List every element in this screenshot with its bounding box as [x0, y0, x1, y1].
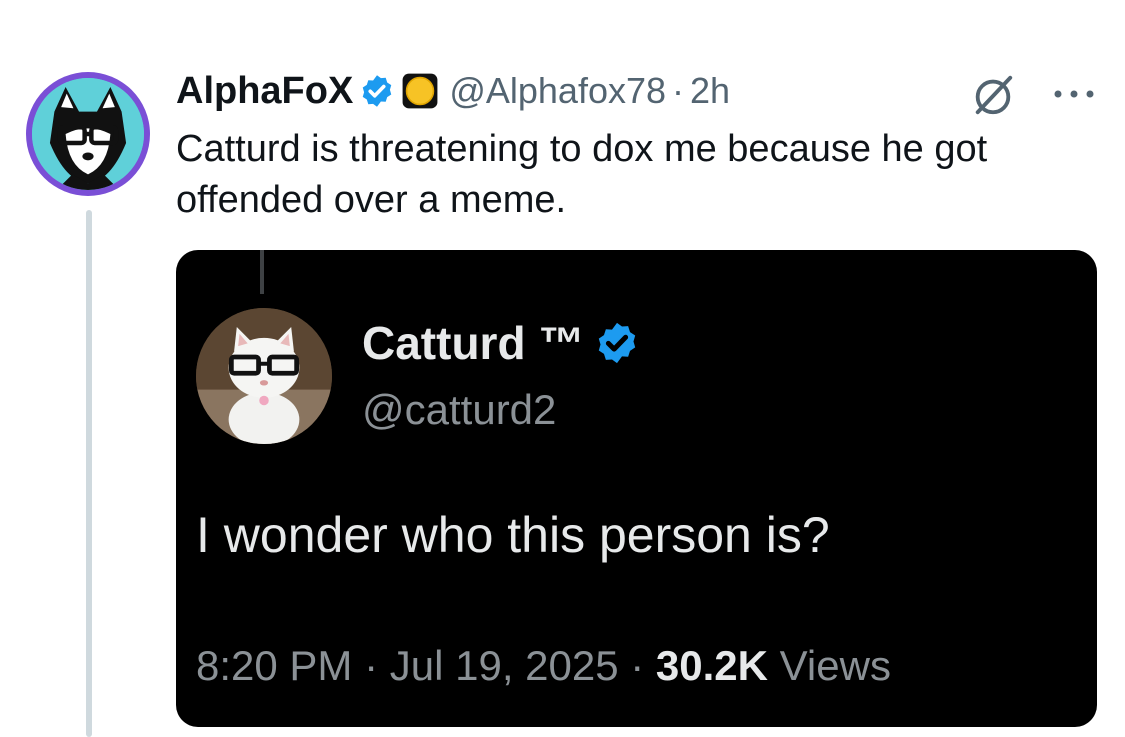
- fox-with-glasses-icon: [32, 78, 144, 190]
- verified-badge-icon[interactable]: [359, 73, 395, 109]
- separator-dot: ·: [672, 70, 685, 111]
- embedded-views-count: 30.2K: [655, 642, 768, 689]
- embedded-author-handle: @catturd2: [362, 386, 557, 433]
- embedded-author-display-name: Catturd ™: [362, 317, 585, 369]
- tweet-time[interactable]: 2h: [690, 70, 730, 112]
- author-handle[interactable]: @Alphafox78: [449, 70, 666, 112]
- thread-line: [86, 210, 92, 737]
- grok-icon[interactable]: [970, 72, 1016, 118]
- embedded-tweet-text: I wonder who this person is?: [196, 507, 830, 563]
- embedded-author-row: Catturd ™: [362, 316, 640, 370]
- embedded-timestamp: 8:20 PM · Jul 19, 2025: [196, 642, 619, 689]
- embedded-screenshot[interactable]: Catturd ™ @catturd2 I wonder who this pe…: [176, 250, 1097, 727]
- tweet-text: Catturd is threatening to dox me because…: [176, 128, 988, 221]
- verified-badge-icon: [594, 320, 640, 366]
- yellow-circle-emoji-icon: [401, 72, 439, 110]
- embedded-meta-separator: ·: [618, 642, 656, 689]
- white-cat-with-glasses-icon: [196, 308, 332, 444]
- more-options-icon[interactable]: [1050, 82, 1098, 106]
- author-display-name[interactable]: AlphaFoX: [176, 70, 353, 113]
- embedded-thread-line: [260, 250, 264, 294]
- tweet-header: AlphaFoX @Alphafox78 · 2h: [176, 66, 730, 116]
- embedded-views-label: Views: [768, 642, 891, 689]
- author-avatar[interactable]: [26, 72, 150, 196]
- embedded-tweet-meta: 8:20 PM · Jul 19, 2025 · 30.2K Views: [196, 642, 891, 690]
